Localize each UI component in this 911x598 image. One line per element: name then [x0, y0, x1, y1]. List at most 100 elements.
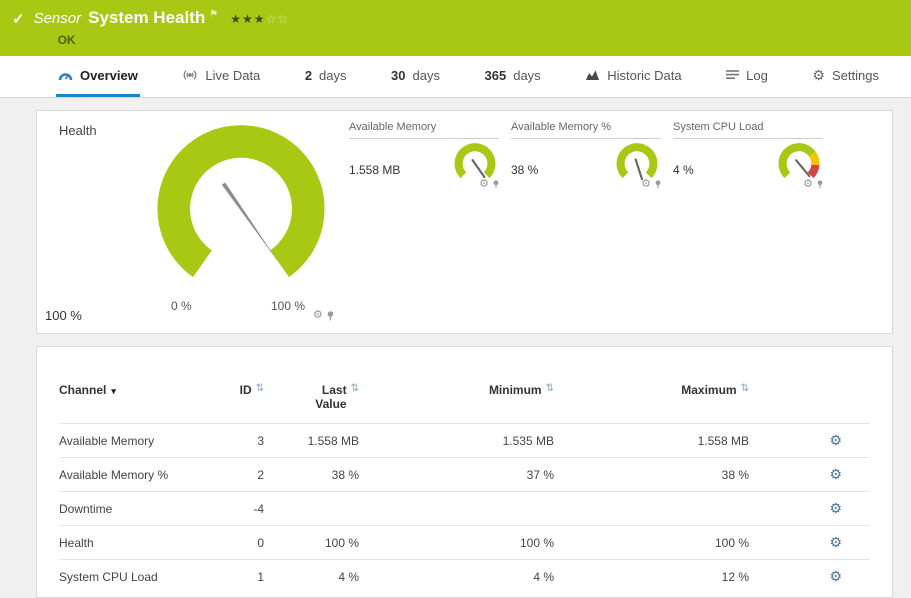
tab-label: Log	[746, 68, 768, 83]
pin-icon[interactable]	[493, 180, 499, 189]
col-channel[interactable]: Channel	[59, 383, 106, 397]
priority-flag-icon[interactable]: ⚑	[209, 9, 218, 20]
channel-settings-icon[interactable]: ⚙	[829, 432, 842, 448]
priority-stars[interactable]: ★★★☆☆	[230, 12, 289, 26]
tab-label: Settings	[832, 68, 879, 83]
star-icon[interactable]: ★	[230, 12, 242, 26]
channel-filter-dropdown-icon[interactable]: ▾	[111, 386, 116, 396]
channel-settings-icon[interactable]: ⚙	[829, 568, 842, 584]
tab-30-days[interactable]: 30 days	[389, 56, 442, 97]
col-minimum[interactable]: Minimum	[489, 383, 542, 397]
tab-label: days	[513, 68, 540, 83]
object-kind-label: Sensor	[34, 10, 82, 27]
channel-maximum: 12 %	[554, 570, 749, 584]
historic-data-chart-icon	[585, 69, 600, 81]
table-row: Available Memory % 2 38 % 37 % 38 % ⚙	[59, 457, 870, 491]
system-cpu-load-gauge	[775, 141, 823, 182]
tab-settings[interactable]: ⚙ Settings	[810, 56, 881, 97]
sort-icon[interactable]: ⇅	[256, 383, 264, 394]
tab-overview[interactable]: Overview	[56, 56, 140, 97]
sort-icon[interactable]: ⇅	[351, 383, 359, 394]
tab-live-data[interactable]: Live Data	[180, 56, 262, 97]
channel-name[interactable]: Downtime	[59, 502, 199, 516]
mini-gauge-available-memory: Available Memory 1.558 MB ⚙	[349, 121, 499, 190]
channel-settings-icon[interactable]: ⚙	[829, 500, 842, 516]
sort-icon[interactable]: ⇅	[546, 383, 554, 394]
channel-name[interactable]: Available Memory	[59, 434, 199, 448]
channel-id: -4	[199, 502, 264, 516]
health-gauge-value: 100 %	[45, 308, 82, 323]
channel-name[interactable]: Available Memory %	[59, 468, 199, 482]
channel-id: 0	[199, 536, 264, 550]
channel-settings-icon[interactable]: ⚙	[829, 466, 842, 482]
tab-label: days	[413, 68, 440, 83]
channel-minimum: 1.535 MB	[359, 434, 554, 448]
star-icon[interactable]: ★	[254, 12, 266, 26]
channel-last-value: 4 %	[264, 570, 359, 584]
mini-gauge-value: 38 %	[511, 163, 538, 190]
tab-label: Historic Data	[607, 68, 681, 83]
tab-historic-data[interactable]: Historic Data	[583, 56, 683, 97]
health-gauge	[149, 119, 333, 282]
channel-name[interactable]: Health	[59, 536, 199, 550]
gauge-needle	[796, 160, 809, 176]
pin-icon[interactable]	[655, 180, 661, 189]
mini-gauges: Available Memory 1.558 MB ⚙ Available Me…	[349, 121, 823, 190]
channel-id: 3	[199, 434, 264, 448]
mini-gauge-system-cpu-load: System CPU Load 4 % ⚙	[673, 121, 823, 190]
gauge-needle	[473, 160, 485, 177]
col-last-value[interactable]: Last Value	[307, 383, 347, 411]
tab-number: 365	[485, 68, 507, 83]
settings-gear-icon: ⚙	[812, 68, 825, 82]
status-badge: OK	[58, 33, 290, 47]
star-icon[interactable]: ☆	[277, 12, 289, 26]
tab-log[interactable]: Log	[724, 56, 770, 97]
tab-365-days[interactable]: 365 days	[483, 56, 543, 97]
table-row: System CPU Load 1 4 % 4 % 12 % ⚙	[59, 559, 870, 593]
mini-gauge-title: Available Memory	[349, 121, 499, 139]
channel-minimum: 4 %	[359, 570, 554, 584]
table-header: Channel ▾ ID ⇅ Last Value ⇅ Minimum ⇅ Maximu…	[59, 383, 870, 423]
channel-settings-icon[interactable]: ⚙	[829, 534, 842, 550]
tab-label: days	[319, 68, 346, 83]
table-row: Health 0 100 % 100 % 100 % ⚙	[59, 525, 870, 559]
star-icon[interactable]: ☆	[266, 12, 278, 26]
gauge-scale-max-label: 100 %	[271, 299, 305, 313]
channels-panel: Channel ▾ ID ⇅ Last Value ⇅ Minimum ⇅ Maximu…	[36, 346, 893, 598]
live-data-broadcast-icon	[182, 69, 198, 81]
available-memory-gauge	[451, 141, 499, 182]
gauge-settings-icon[interactable]: ⚙	[479, 179, 489, 190]
status-check-icon: ✓	[12, 10, 25, 28]
col-maximum[interactable]: Maximum	[681, 383, 736, 397]
gauge-settings-icon[interactable]: ⚙	[803, 179, 813, 190]
gauge-settings-icon[interactable]: ⚙	[313, 310, 323, 321]
mini-gauge-value: 4 %	[673, 163, 694, 190]
channel-minimum: 100 %	[359, 536, 554, 550]
page-title: System Health	[88, 8, 205, 28]
channel-minimum: 37 %	[359, 468, 554, 482]
gauge-needle	[636, 160, 642, 180]
log-list-icon	[726, 69, 739, 81]
pin-icon[interactable]	[817, 180, 823, 189]
channel-maximum: 38 %	[554, 468, 749, 482]
mini-gauge-available-memory-pct: Available Memory % 38 % ⚙	[511, 121, 661, 190]
table-row: Downtime -4 ⚙	[59, 491, 870, 525]
gauge-settings-icon[interactable]: ⚙	[641, 179, 651, 190]
channel-name[interactable]: System CPU Load	[59, 570, 199, 584]
gauge-needle	[222, 182, 280, 263]
pin-icon[interactable]	[327, 311, 334, 321]
mini-gauge-value: 1.558 MB	[349, 163, 400, 190]
channel-last-value: 1.558 MB	[264, 434, 359, 448]
overview-gauge-icon	[58, 69, 73, 81]
table-row: Available Memory 3 1.558 MB 1.535 MB 1.5…	[59, 423, 870, 457]
sort-icon[interactable]: ⇅	[741, 383, 749, 394]
channel-id: 1	[199, 570, 264, 584]
channel-last-value: 100 %	[264, 536, 359, 550]
channel-id: 2	[199, 468, 264, 482]
tab-2-days[interactable]: 2 days	[303, 56, 349, 97]
available-memory-pct-gauge	[613, 141, 661, 182]
tab-label: Overview	[80, 68, 138, 83]
star-icon[interactable]: ★	[242, 12, 254, 26]
col-id[interactable]: ID	[240, 383, 252, 397]
tab-number: 30	[391, 68, 405, 83]
